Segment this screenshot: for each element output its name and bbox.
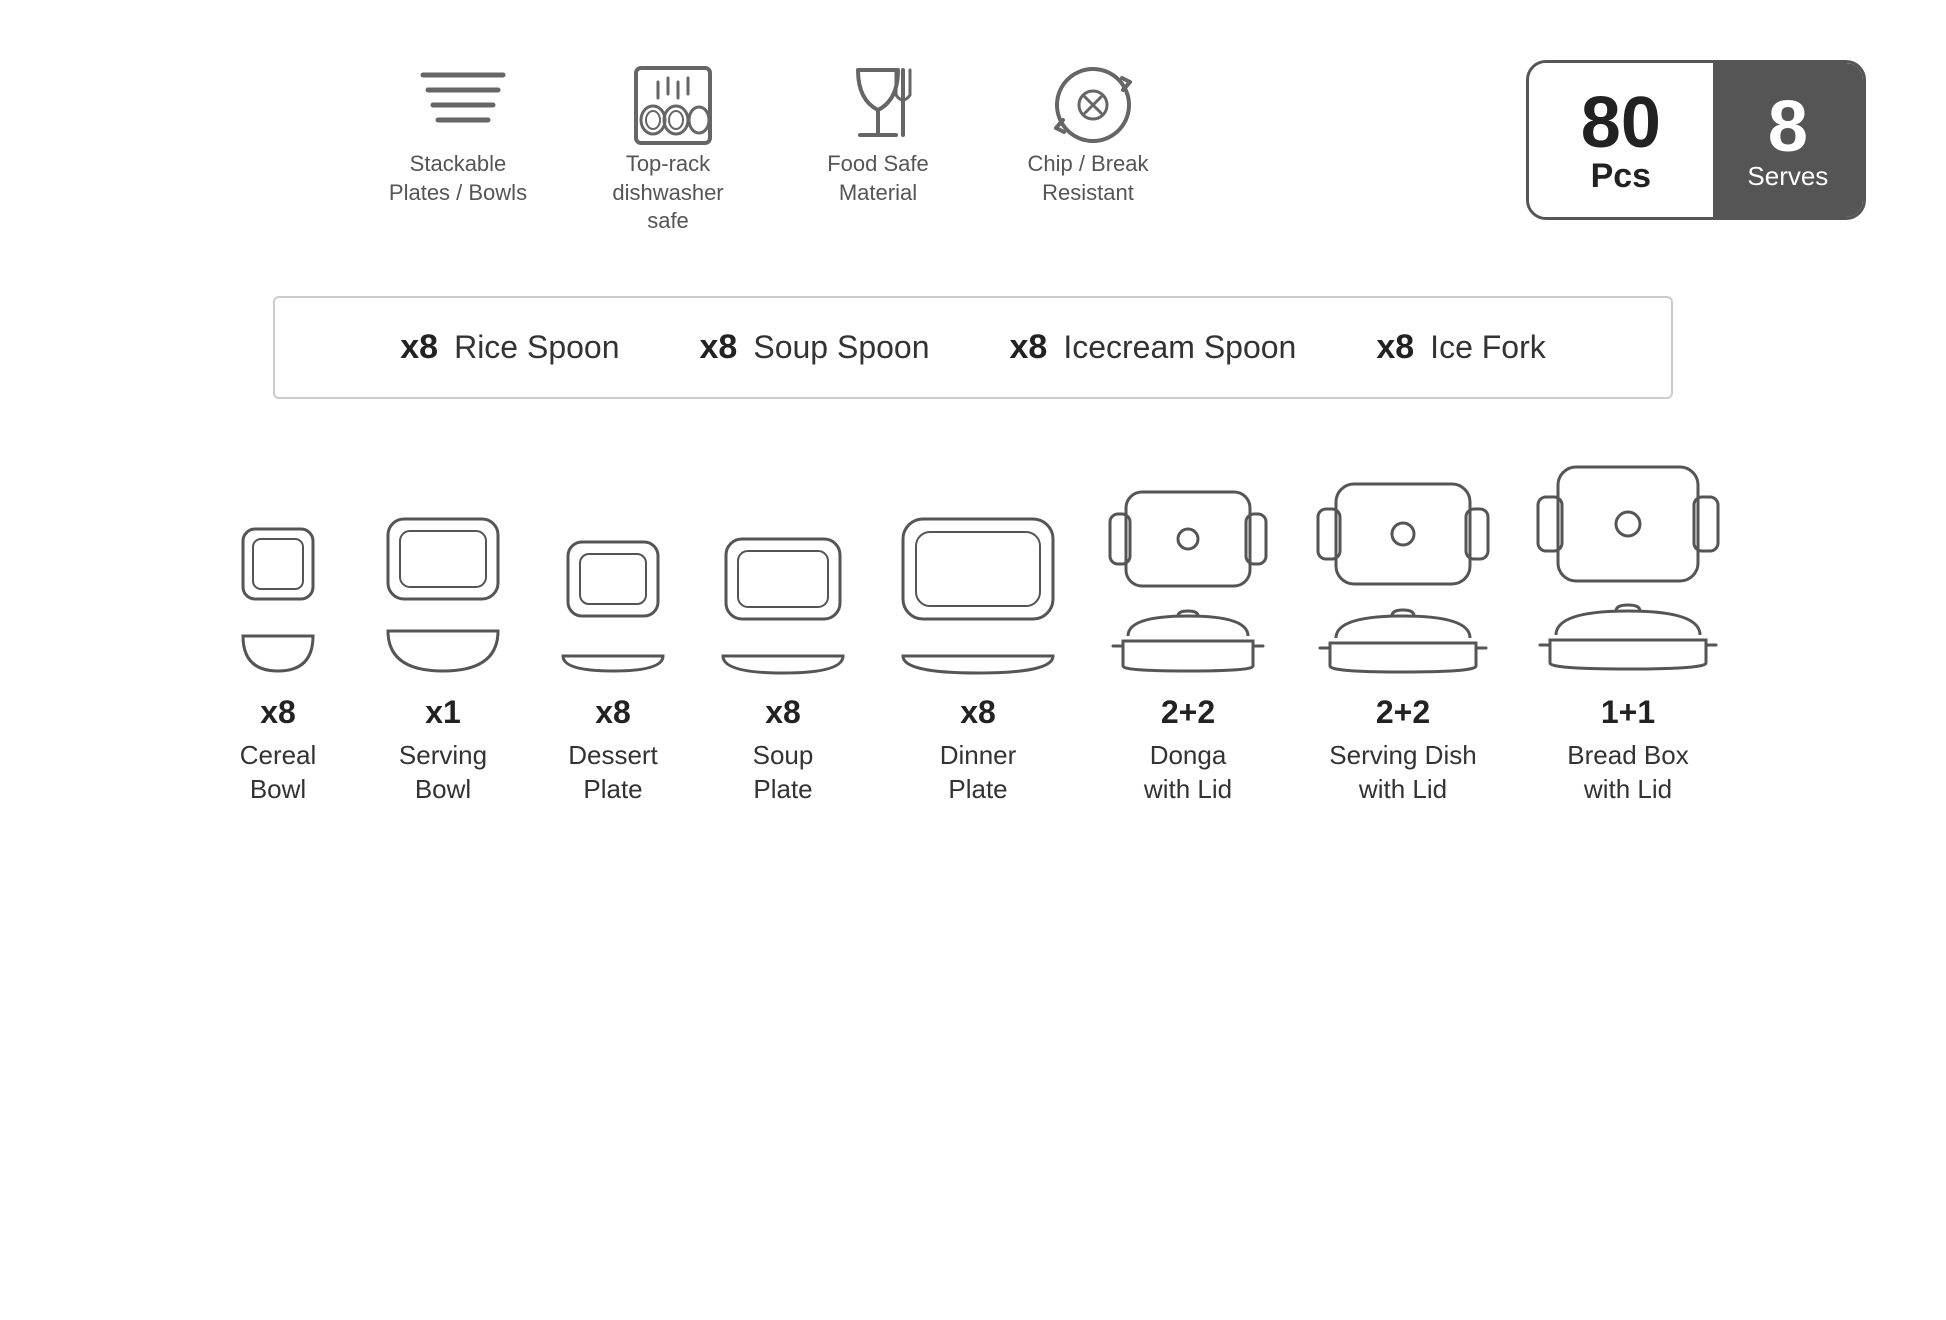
cutlery-qty-2: x8 — [1010, 328, 1048, 367]
bread-box-icon-area — [1538, 459, 1718, 676]
dinner-plate-icon-area — [898, 514, 1058, 676]
serves-label: Serves — [1747, 163, 1828, 189]
stackable-label: StackablePlates / Bowls — [389, 150, 527, 207]
product-name-4: DinnerPlate — [940, 739, 1017, 807]
soup-plate-icon-area — [718, 534, 848, 676]
cutlery-item-ice-fork: x8 Ice Fork — [1376, 328, 1545, 367]
cutlery-item-soup-spoon: x8 Soup Spoon — [700, 328, 930, 367]
serves-quantity: 80 — [1581, 87, 1661, 159]
product-name-6: Serving Dishwith Lid — [1329, 739, 1476, 807]
stackable-icon — [418, 60, 498, 140]
cutlery-qty-0: x8 — [400, 328, 438, 367]
dessert-plate-icon-area — [558, 534, 668, 676]
chip-break-icon — [1048, 60, 1128, 140]
product-qty-4: x8 — [960, 694, 996, 731]
feature-stackable: StackablePlates / Bowls — [383, 60, 533, 207]
page: StackablePlates / Bowls — [0, 0, 1946, 1320]
product-cereal-bowl: x8 CerealBowl — [228, 519, 328, 807]
chip-break-label: Chip / BreakResistant — [1027, 150, 1148, 207]
donga-small-icon-area — [1108, 484, 1268, 676]
product-serving-dish: 2+2 Serving Dishwith Lid — [1318, 474, 1488, 807]
serving-dish-icon-area — [1318, 474, 1488, 676]
feature-dishwasher: Top-rackdishwasher safe — [593, 60, 743, 236]
product-name-3: SoupPlate — [753, 739, 814, 807]
serves-count: 8 — [1768, 91, 1808, 163]
cutlery-name-3: Ice Fork — [1430, 329, 1546, 366]
serving-bowl-icon-area — [378, 514, 508, 676]
product-bread-box: 1+1 Bread Boxwith Lid — [1538, 459, 1718, 807]
product-qty-7: 1+1 — [1601, 694, 1655, 731]
product-name-2: DessertPlate — [568, 739, 658, 807]
cereal-bowl-icon-area — [228, 519, 328, 676]
feature-chip-break: Chip / BreakResistant — [1013, 60, 1163, 207]
food-safe-icon — [838, 60, 918, 140]
serves-right: 8 Serves — [1713, 63, 1863, 217]
product-qty-2: x8 — [595, 694, 631, 731]
cutlery-name-1: Soup Spoon — [753, 329, 929, 366]
product-name-5: Dongawith Lid — [1144, 739, 1232, 807]
product-grid: x8 CerealBowl x1 ServingBowl — [80, 459, 1866, 807]
product-soup-plate: x8 SoupPlate — [718, 534, 848, 807]
product-dessert-plate: x8 DessertPlate — [558, 534, 668, 807]
product-qty-0: x8 — [260, 694, 296, 731]
cutlery-item-icecream-spoon: x8 Icecream Spoon — [1010, 328, 1297, 367]
serves-unit: Pcs — [1591, 159, 1652, 193]
product-donga-small: 2+2 Dongawith Lid — [1108, 484, 1268, 807]
features-left: StackablePlates / Bowls — [80, 60, 1466, 236]
product-qty-1: x1 — [425, 694, 461, 731]
product-serving-bowl: x1 ServingBowl — [378, 514, 508, 807]
dishwasher-icon — [628, 60, 708, 140]
product-qty-5: 2+2 — [1161, 694, 1215, 731]
product-qty-6: 2+2 — [1376, 694, 1430, 731]
product-dinner-plate: x8 DinnerPlate — [898, 514, 1058, 807]
product-name-1: ServingBowl — [399, 739, 487, 807]
cutlery-qty-3: x8 — [1376, 328, 1414, 367]
cutlery-qty-1: x8 — [700, 328, 738, 367]
cutlery-row: x8 Rice Spoon x8 Soup Spoon x8 Icecream … — [273, 296, 1673, 399]
serves-badge: 80 Pcs 8 Serves — [1526, 60, 1866, 220]
food-safe-label: Food SafeMaterial — [827, 150, 929, 207]
cutlery-name-2: Icecream Spoon — [1063, 329, 1296, 366]
product-name-7: Bread Boxwith Lid — [1567, 739, 1688, 807]
features-row: StackablePlates / Bowls — [80, 60, 1866, 236]
serves-left: 80 Pcs — [1529, 63, 1713, 217]
product-qty-3: x8 — [765, 694, 801, 731]
cutlery-name-0: Rice Spoon — [454, 329, 619, 366]
feature-food-safe: Food SafeMaterial — [803, 60, 953, 207]
product-name-0: CerealBowl — [240, 739, 317, 807]
dishwasher-label: Top-rackdishwasher safe — [593, 150, 743, 236]
cutlery-item-rice-spoon: x8 Rice Spoon — [400, 328, 619, 367]
